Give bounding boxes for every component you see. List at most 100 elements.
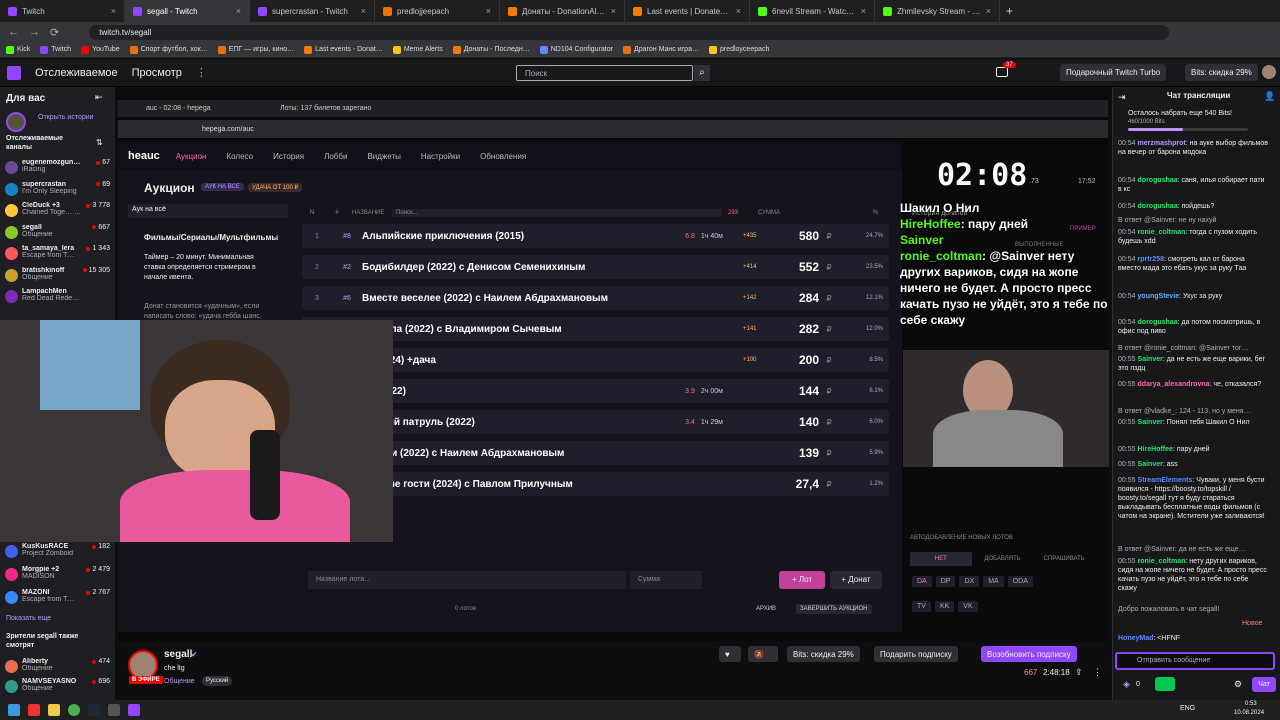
auto-add-option[interactable]: ДОБАВЛЯТЬ [972,552,1034,566]
close-tab-icon[interactable]: × [611,6,616,16]
auction-nav-1[interactable]: Колесо [226,152,253,161]
taskbar-lang[interactable]: ENG [1180,705,1195,712]
bonus-chest-icon[interactable] [1155,677,1175,691]
sidebar-channel[interactable]: AIiberty Общение 474 [5,658,110,680]
bookmark[interactable]: Донаты - Последн… [452,45,530,54]
nav-following-link[interactable]: Отслеживаемое [35,67,118,79]
archive-button[interactable]: АРХИВ [756,606,776,612]
bookmark[interactable]: Twitch [40,45,71,54]
sidebar-channel[interactable]: supercrastan I'm Only Sleeping 69 [5,181,110,203]
bits-discount-button[interactable]: Bits: скидка 29% [1185,64,1258,81]
open-stories-link[interactable]: Открыть истории [38,114,94,121]
chat-username[interactable]: ddarya_alexandrovna [1138,381,1210,388]
lot-row[interactable]: 2 #2 Бодибилдер (2022) с Денисом Семенихин… [302,255,889,279]
finish-auction-button[interactable]: ЗАВЕРШИТЬ АУКЦИОН [796,604,872,614]
sidebar-channel[interactable]: bratishkinoff Общение 15 305 [5,267,110,289]
lot-row[interactable]: 1 #8 Альпийские приключения (2015) 6.8 1ч 40… [302,224,889,248]
add-donate-button[interactable]: + Донат [830,571,882,589]
provider-button[interactable]: ODA [1007,576,1033,587]
chat-username[interactable]: rprtr258 [1138,256,1164,263]
browser-tab[interactable]: Last events | DonatePay × [625,0,750,22]
close-tab-icon[interactable]: × [236,6,241,16]
auc-for-all-select[interactable]: Аук на всё [128,204,288,218]
chat-username[interactable]: dorogushaa [1138,203,1178,210]
sidebar-channel[interactable]: NAMVSEYASNO Общение 696 [5,678,110,700]
auction-nav-6[interactable]: Обновления [480,152,526,161]
chat-send-button[interactable]: Чат [1252,677,1276,692]
calculator-icon[interactable] [108,704,120,716]
chat-username[interactable]: HireHoffee [1138,446,1173,453]
chat-settings-icon[interactable]: ⚙ [1234,679,1242,690]
bookmark[interactable]: ND104 Configurator [539,45,613,54]
provider-button[interactable]: KK [934,601,955,612]
bookmark[interactable]: Спорт футбол, хок… [129,45,208,54]
nav-browse-link[interactable]: Просмотр [132,67,182,79]
last-chat-user[interactable]: HoneyMad [1118,635,1153,642]
close-tab-icon[interactable]: × [111,6,116,16]
windows-start-icon[interactable] [8,704,20,716]
sort-icon[interactable]: ⇅ [96,138,103,147]
back-icon[interactable]: ← [8,26,19,38]
bookmark[interactable]: predloyceepach [708,45,769,54]
show-more-link[interactable]: Показать еще [6,615,51,622]
sidebar-channel[interactable]: segall Общение 667 [5,224,110,246]
sidebar-channel[interactable]: Morgpie +2 MADISON 2 479 [5,566,110,588]
forward-icon[interactable]: → [29,26,40,38]
sidebar-channel[interactable]: CleDuck +3Chained Toge… Мегахайповые, ун… [5,202,110,224]
chat-collapse-icon[interactable]: ⇥ [1118,92,1126,103]
bookmark[interactable]: Last events - Donat… [304,45,383,54]
new-messages-label[interactable]: Новое [1242,620,1262,627]
stream-category[interactable]: Общение [164,678,195,685]
channel-points-icon[interactable]: ◈ [1123,679,1130,690]
notification-toggle-icon[interactable]: 🔕 [748,646,778,662]
bookmark[interactable]: Kick [6,45,30,54]
more-menu-icon[interactable]: ⋮ [196,66,207,79]
sidebar-channel[interactable]: LampachMen Red Dead Rede… [5,288,110,310]
avatar[interactable] [1262,65,1276,79]
reload-icon[interactable]: ⟳ [50,26,59,39]
chat-users-icon[interactable]: 👤 [1264,91,1275,102]
yandex-icon[interactable] [28,704,40,716]
chat-username[interactable]: ronie_coltman [1138,229,1186,236]
bookmark[interactable]: Meme Alerts [392,45,443,54]
provider-button[interactable]: DP [935,576,956,587]
more-options-icon[interactable]: ⋮ [1093,667,1102,678]
browser-tab[interactable]: 6nevil Stream - Watch Live on × [750,0,875,22]
close-tab-icon[interactable]: × [361,6,366,16]
chat-username[interactable]: Sainver [1138,461,1163,468]
new-tab-icon[interactable]: + [1006,4,1013,18]
auto-add-option[interactable]: НЕТ [910,552,972,566]
chat-username[interactable]: StreamElements [1138,477,1193,484]
lot-name-input[interactable]: Название лота... [308,571,626,589]
sum-input[interactable]: Сумма [630,571,702,589]
auction-nav-5[interactable]: Настройки [421,152,460,161]
chat-username[interactable]: youngStevie [1138,293,1180,300]
provider-button[interactable]: TV [912,601,931,612]
browser-tab[interactable]: segall - Twitch × [125,0,250,22]
auction-nav-2[interactable]: История [273,152,304,161]
sidebar-channel[interactable]: ta_samaya_lera Escape from T… 1 343 [5,245,110,267]
auction-nav-0[interactable]: Аукцион [176,152,207,161]
close-tab-icon[interactable]: × [986,6,991,16]
chat-input[interactable]: Отправить сообщение [1115,652,1275,670]
browser-tab[interactable]: Донаты - DonationAlerts × [500,0,625,22]
auction-nav-3[interactable]: Лобби [324,152,347,161]
sidebar-channel[interactable]: KusKusRACE Project Zomboid 182 [5,543,110,565]
chat-username[interactable]: dorogushaa [1138,177,1178,184]
browser-tab[interactable]: Twitch × [0,0,125,22]
explorer-icon[interactable] [48,704,60,716]
bookmark[interactable]: YouTube [81,45,120,54]
close-tab-icon[interactable]: × [861,6,866,16]
add-lot-button[interactable]: + Лот [779,571,825,589]
provider-button[interactable]: VK [958,601,978,612]
stream-tag[interactable]: Русский [202,676,233,686]
chat-username[interactable]: dorogushaa [1138,319,1178,326]
channel-name[interactable]: segall [164,649,192,660]
sidebar-channel[interactable]: eugenemozgun… iRacing 67 [5,159,110,181]
app-icon[interactable] [128,704,140,716]
provider-button[interactable]: DA [912,576,932,587]
auto-add-option[interactable]: СПРАШИВАТЬ [1033,552,1095,566]
bookmark[interactable]: ЕПГ — игры, кино… [217,45,294,54]
resub-button[interactable]: Возобновить подписку [981,646,1077,662]
close-tab-icon[interactable]: × [736,6,741,16]
